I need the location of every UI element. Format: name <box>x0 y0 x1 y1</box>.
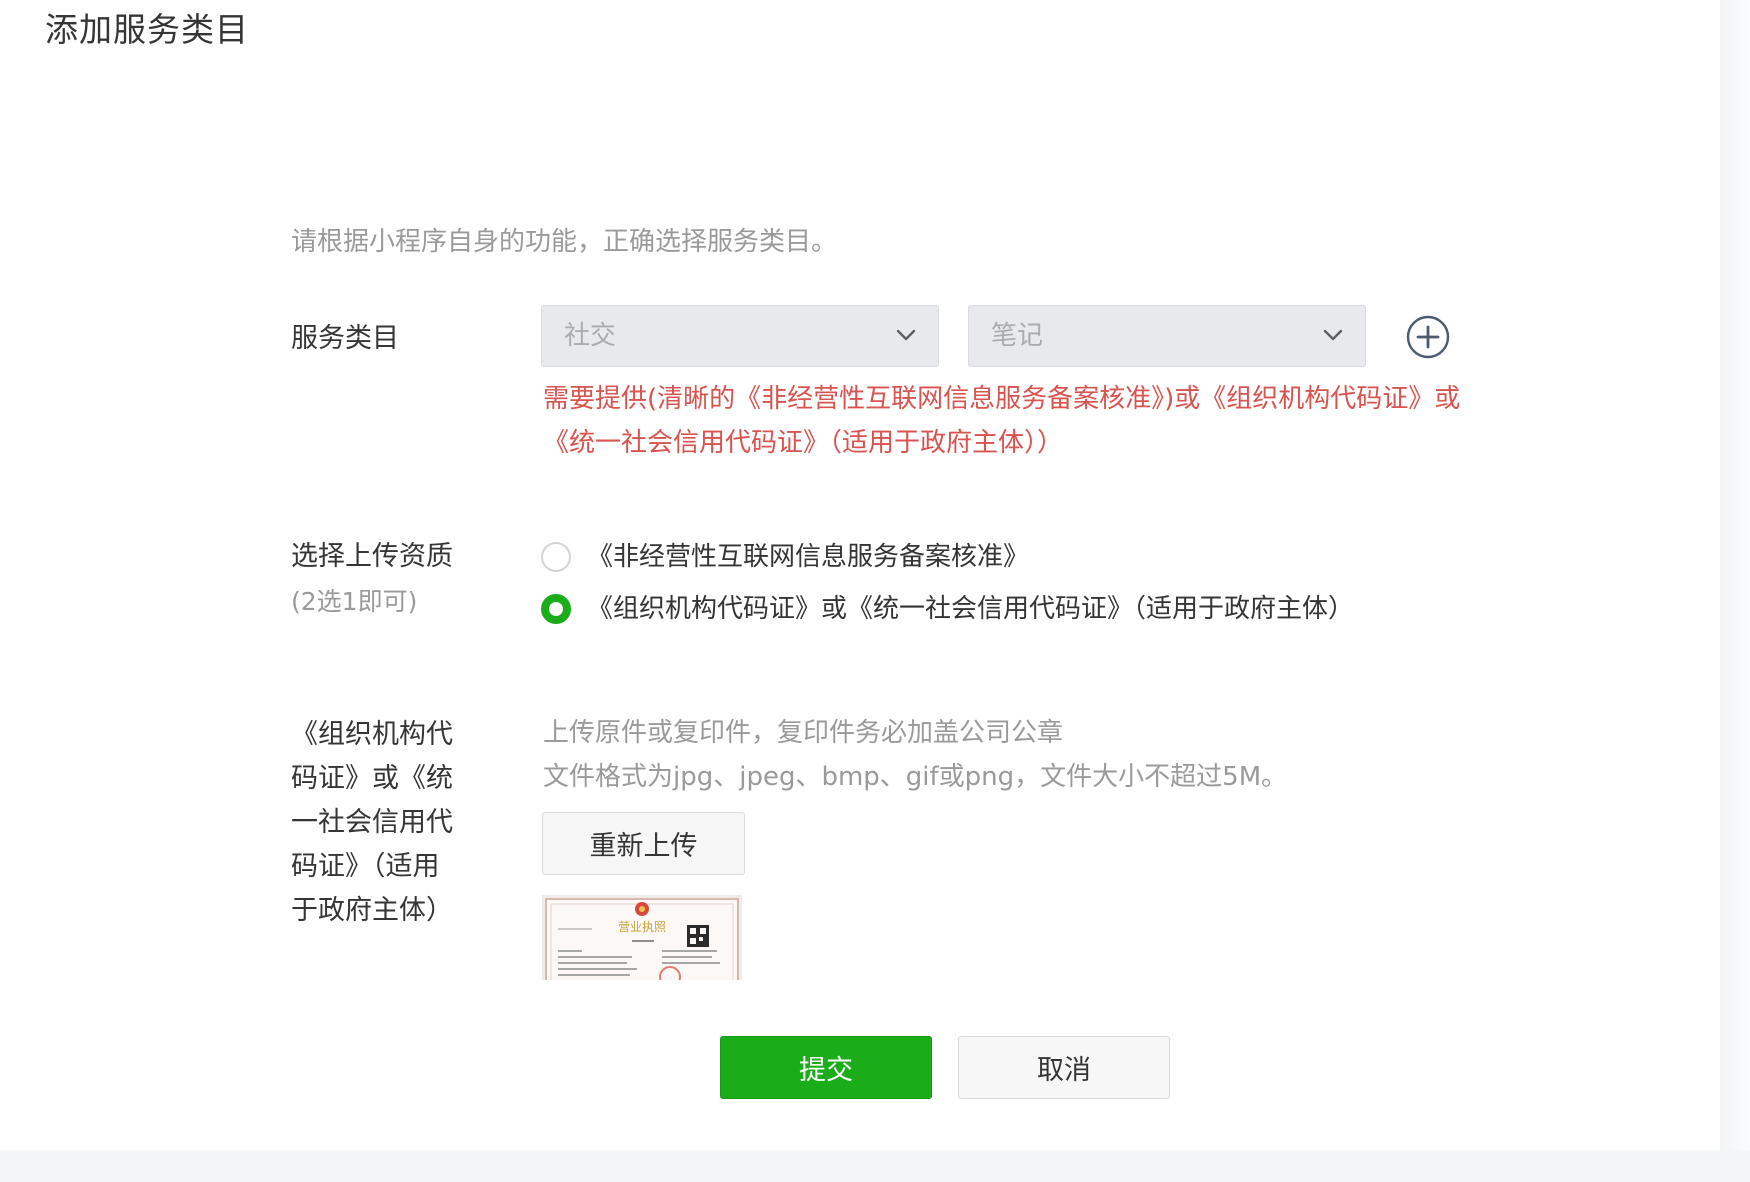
chevron-down-icon <box>1323 329 1343 341</box>
cancel-button[interactable]: 取消 <box>958 1036 1170 1099</box>
primary-category-value: 社交 <box>564 321 617 351</box>
upload-label: 《组织机构代 码证》或《统 一社会信用代 码证》（适用 于政府主体） <box>291 713 461 933</box>
thumbnail-stamp-text: 营业执照 <box>618 920 666 934</box>
qualification-option-org-code[interactable]: 《组织机构代码证》或《统一社会信用代码证》（适用于政府主体） <box>541 587 1354 631</box>
category-label: 服务类目 <box>291 323 399 354</box>
bottom-edge <box>0 1150 1750 1182</box>
upload-label-line: 码证》或《统 <box>291 763 453 794</box>
qualification-label: 选择上传资质 <box>291 541 453 572</box>
radio-unchecked[interactable] <box>541 542 571 572</box>
upload-label-line: 一社会信用代 <box>291 807 453 838</box>
upload-label-line: 于政府主体） <box>291 895 453 926</box>
chevron-down-icon <box>896 329 916 341</box>
qualification-option-icp-label: 《非经营性互联网信息服务备案核准》 <box>587 542 1030 572</box>
qualification-option-org-code-label: 《组织机构代码证》或《统一社会信用代码证》（适用于政府主体） <box>587 594 1355 624</box>
qualification-sub-label: (2选1即可) <box>291 587 418 616</box>
category-warning: 需要提供(清晰的《非经营性互联网信息服务备案核准》)或《组织机构代码证》或 《统… <box>543 377 1563 465</box>
radio-checked[interactable] <box>541 594 571 624</box>
form-hint: 请根据小程序自身的功能，正确选择服务类目。 <box>291 227 838 257</box>
category-warning-line1: 需要提供(清晰的《非经营性互联网信息服务备案核准》)或《组织机构代码证》或 <box>543 384 1461 414</box>
right-edge <box>1720 0 1750 1182</box>
qualification-option-icp[interactable]: 《非经营性互联网信息服务备案核准》 <box>541 535 1029 579</box>
certificate-thumbnail[interactable]: 营业执照 <box>542 895 742 980</box>
submit-button[interactable]: 提交 <box>720 1036 932 1099</box>
upload-label-line: 《组织机构代 <box>291 719 453 750</box>
plus-circle-icon[interactable] <box>1406 315 1450 359</box>
primary-category-select[interactable]: 社交 <box>541 305 939 367</box>
upload-hint-line1: 上传原件或复印件，复印件务必加盖公司公章 <box>543 718 1064 748</box>
reupload-button[interactable]: 重新上传 <box>542 812 745 875</box>
page-root: 添加服务类目 请根据小程序自身的功能，正确选择服务类目。 服务类目 社交 笔记 … <box>0 0 1750 1182</box>
upload-label-line: 码证》（适用 <box>291 851 440 882</box>
category-warning-line2: 《统一社会信用代码证》（适用于政府主体）） <box>543 428 1064 458</box>
secondary-category-value: 笔记 <box>991 321 1044 351</box>
secondary-category-select[interactable]: 笔记 <box>968 305 1366 367</box>
upload-hint-line2: 文件格式为jpg、jpeg、bmp、gif或png，文件大小不超过5M。 <box>543 762 1288 792</box>
page-title: 添加服务类目 <box>45 10 249 49</box>
